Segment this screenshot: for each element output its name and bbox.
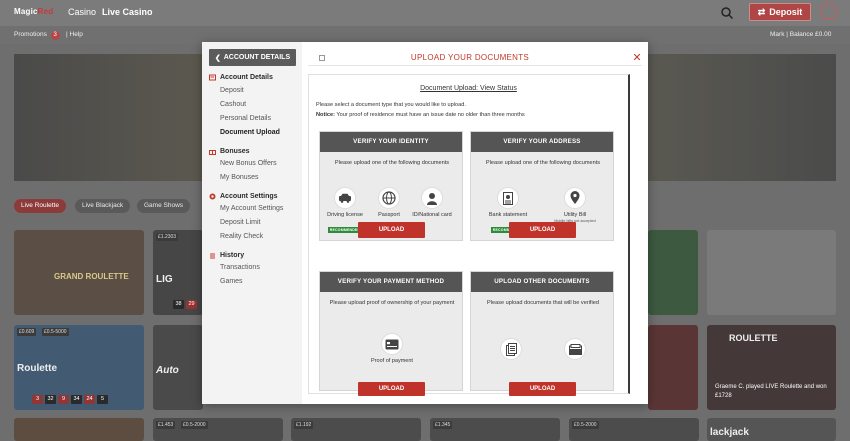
sidebar-item-deposit[interactable]: Deposit	[220, 87, 244, 94]
filter-game-shows[interactable]: Game Shows	[137, 199, 191, 213]
upload-address-button[interactable]: UPLOAD	[509, 222, 576, 238]
view-status-link[interactable]: Document Upload: View Status	[309, 85, 628, 92]
filter-live-blackjack[interactable]: Live Blackjack	[75, 199, 131, 213]
sidebar-item-reality-check[interactable]: Reality Check	[220, 233, 263, 240]
game-tile-row3-2[interactable]: £1.453 £0.5-2000	[153, 418, 283, 441]
account-sidebar: ❮ ACCOUNT DETAILS Account Details Deposi…	[202, 42, 302, 404]
folder-icon	[568, 343, 582, 355]
sidebar-item-document-upload[interactable]: Document Upload	[220, 129, 280, 136]
account-balance-info: Mark | Balance £0.00	[770, 31, 832, 38]
car-icon	[339, 193, 351, 203]
bank-statement-icon	[503, 191, 513, 205]
chevron-left-icon: ❮	[214, 54, 221, 62]
proof-of-payment-option[interactable]: Proof of payment	[370, 333, 414, 364]
game-tile-lightning[interactable]: £1.2303 LIG 38 29	[153, 230, 203, 315]
verify-payment-heading: VERIFY YOUR PAYMENT METHOD	[320, 272, 462, 292]
verify-identity-heading: VERIFY YOUR IDENTITY	[320, 132, 462, 152]
modal-title-bar: UPLOAD YOUR DOCUMENTS	[308, 50, 642, 66]
verify-address-card: VERIFY YOUR ADDRESS Please upload one of…	[470, 131, 614, 241]
sidebar-item-my-bonuses[interactable]: My Bonuses	[220, 174, 259, 181]
upload-content-panel[interactable]: Document Upload: View Status Please sele…	[308, 74, 630, 396]
verify-address-heading: VERIFY YOUR ADDRESS	[471, 132, 613, 152]
deposit-button[interactable]: ⇄ Deposit	[749, 3, 811, 21]
nav-casino[interactable]: Casino	[68, 7, 96, 17]
sidebar-item-transactions[interactable]: Transactions	[220, 264, 260, 271]
sidebar-section-account-settings: Account Settings	[209, 193, 278, 200]
other-folder-option[interactable]	[553, 338, 597, 360]
user-icon[interactable]	[820, 3, 837, 20]
game-tile-promo[interactable]	[707, 230, 836, 315]
sidebar-item-personal-details[interactable]: Personal Details	[220, 115, 271, 122]
globe-icon	[382, 191, 396, 205]
deposit-icon: ⇄	[757, 6, 766, 17]
promotions-link[interactable]: Promotions 3	[14, 31, 60, 40]
game-tile-auto-roulette[interactable]: Auto	[153, 325, 203, 410]
passport-option[interactable]: Passport	[367, 187, 411, 218]
upload-other-heading: UPLOAD OTHER DOCUMENTS	[471, 272, 613, 292]
other-document-option[interactable]	[489, 338, 533, 360]
verify-identity-card: VERIFY YOUR IDENTITY Please upload one o…	[319, 131, 463, 241]
upload-identity-button[interactable]: UPLOAD	[358, 222, 425, 238]
magicred-logo[interactable]: MagicRed	[14, 7, 53, 16]
upload-other-card: UPLOAD OTHER DOCUMENTS Please upload doc…	[470, 271, 614, 396]
verify-payment-card: VERIFY YOUR PAYMENT METHOD Please upload…	[319, 271, 463, 396]
game-tile-row3-4[interactable]: £1.345	[430, 418, 560, 441]
upload-payment-button[interactable]: UPLOAD	[358, 382, 425, 396]
account-details-back-button[interactable]: ❮ ACCOUNT DETAILS	[209, 49, 296, 66]
filter-live-roulette[interactable]: Live Roulette	[14, 199, 66, 213]
game-tile-row3-5[interactable]: £0.5-2000	[569, 418, 699, 441]
location-pin-icon	[570, 191, 580, 204]
gift-icon	[209, 150, 216, 155]
sidebar-section-history: History	[209, 252, 244, 259]
id-card-icon	[209, 74, 216, 81]
sidebar-item-games[interactable]: Games	[220, 278, 243, 285]
upload-other-button[interactable]: UPLOAD	[509, 382, 576, 396]
game-tile-red[interactable]	[648, 325, 698, 410]
gear-icon	[209, 193, 216, 200]
game-tile-blackjack[interactable]: lackjack	[707, 418, 836, 441]
sidebar-section-bonuses: Bonuses	[209, 148, 250, 155]
upload-description: Please select a document type that you w…	[316, 102, 466, 108]
help-link[interactable]: | Help	[66, 31, 83, 38]
history-icon	[210, 253, 215, 259]
close-icon[interactable]: ✕	[632, 53, 642, 64]
game-tile-roulette-live[interactable]: £0.609 £0.5-5000 Roulette 3 32 9 34 24 5	[14, 325, 144, 410]
upload-notice: Notice: Your proof of residence must hav…	[316, 112, 525, 118]
upload-documents-modal: ❮ ACCOUNT DETAILS Account Details Deposi…	[202, 42, 648, 404]
top-navigation-bar: MagicRed Casino Live Casino ⇄ Deposit	[0, 0, 850, 26]
promotions-count-badge: 3	[50, 31, 60, 40]
winner-text: Graeme C. played LIVE Roulette and won £…	[715, 384, 827, 399]
documents-icon	[505, 342, 517, 356]
game-tile-grand-roulette[interactable]: GRAND ROULETTE	[14, 230, 144, 315]
game-tile-row3-1[interactable]	[14, 418, 144, 441]
game-tile-live-roulette-winner[interactable]: ROULETTE Graeme C. played LIVE Roulette …	[707, 325, 836, 410]
sidebar-item-my-account-settings[interactable]: My Account Settings	[220, 205, 283, 212]
game-tile-row3-3[interactable]: £1.192	[291, 418, 421, 441]
game-tile-roulette-green[interactable]	[648, 230, 698, 315]
sidebar-item-new-bonus-offers[interactable]: New Bonus Offers	[220, 160, 277, 167]
nav-live-casino[interactable]: Live Casino	[102, 7, 153, 17]
utility-bill-option[interactable]: Utility Bill Mobile bills not accepted	[553, 187, 597, 223]
person-icon	[427, 192, 437, 205]
national-id-option[interactable]: ID/National card	[410, 187, 454, 218]
modal-title: UPLOAD YOUR DOCUMENTS	[410, 53, 530, 62]
sidebar-item-cashout[interactable]: Cashout	[220, 101, 246, 108]
sidebar-section-account-details: Account Details	[209, 74, 273, 81]
credit-card-icon	[385, 339, 399, 349]
sidebar-item-deposit-limit[interactable]: Deposit Limit	[220, 219, 260, 226]
search-icon[interactable]	[720, 6, 734, 20]
